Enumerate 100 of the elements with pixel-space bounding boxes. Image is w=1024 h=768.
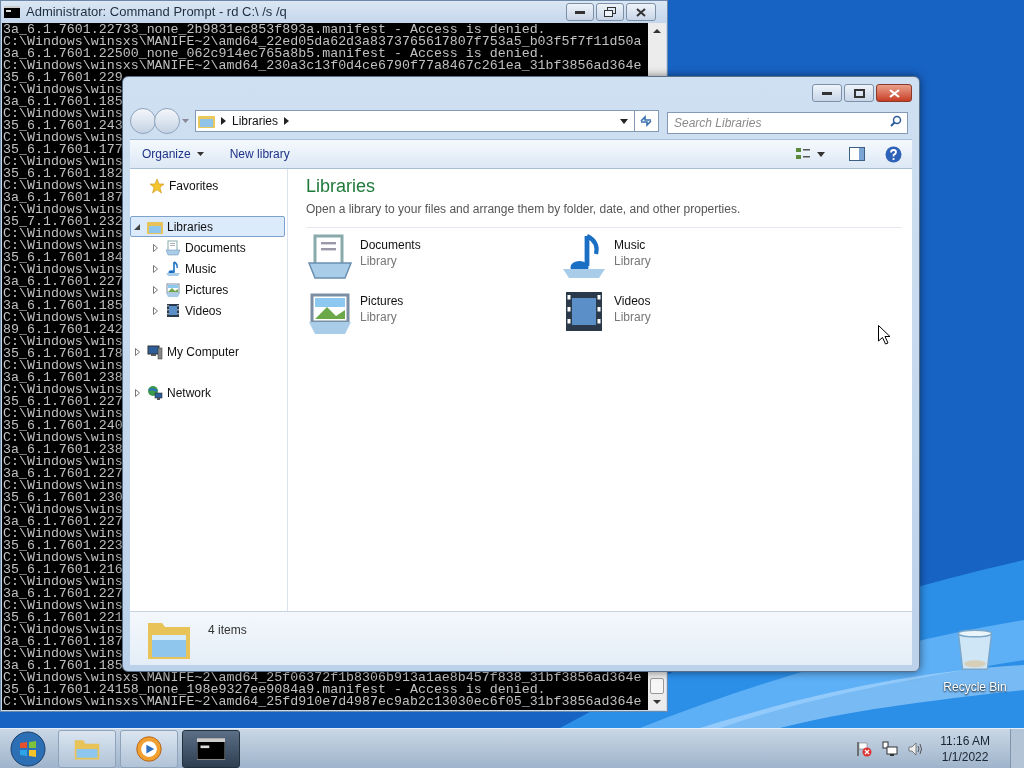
- start-button[interactable]: [8, 728, 48, 768]
- library-icon: [198, 114, 215, 128]
- console-line: 3a_6.1.7601.187: [2, 636, 123, 648]
- console-line: C:\Windows\wins: [2, 264, 123, 276]
- show-desktop-button[interactable]: [1010, 728, 1024, 768]
- pictures-icon: [165, 281, 181, 298]
- console-line: C:\Windows\wins: [2, 648, 123, 660]
- address-bar[interactable]: Libraries: [195, 110, 659, 132]
- console-line: 3a_6.1.7601.185: [2, 96, 123, 108]
- page-heading: Libraries: [306, 175, 377, 197]
- toolbar-button[interactable]: Organize: [136, 143, 210, 165]
- close-button[interactable]: [626, 3, 656, 21]
- console-line: 3a_6.1.7601.227: [2, 276, 123, 288]
- search-icon: [890, 115, 902, 127]
- breadcrumb[interactable]: Libraries: [232, 112, 279, 130]
- console-line: C:\Windows\wins: [2, 624, 123, 636]
- nav-label: Documents: [185, 239, 246, 257]
- close-icon: [636, 7, 646, 17]
- console-icon: [4, 6, 20, 18]
- console-line: 3a_6.1.7601.185: [2, 660, 123, 672]
- restore-button[interactable]: [596, 3, 624, 21]
- clock-date: 1/1/2022: [941, 748, 989, 765]
- console-line: 35_6.1.7601.178: [2, 348, 123, 360]
- documents-icon: [165, 239, 181, 256]
- window-title: Administrator: Command Prompt - rd C:\ /s /q: [26, 3, 288, 22]
- console-line: C:\Windows\wins: [2, 156, 123, 168]
- console-line: 35_6.1.7601.223: [2, 540, 123, 552]
- collapsed-arrow-icon: [152, 264, 158, 273]
- music-note-icon: [165, 260, 181, 277]
- nav-item[interactable]: Pictures: [130, 279, 285, 300]
- media-player-icon: [135, 734, 163, 763]
- console-line: 35_7.1.7601.232: [2, 216, 123, 228]
- console-line: C:\Windows\wins: [2, 84, 123, 96]
- nav-item[interactable]: Documents: [130, 237, 285, 258]
- console-line: C:\Windows\winsxs\MANIFE~2\amd64_230a3c13f0d4ce6790f77a8467c261ea_31bf3856ad364e: [2, 60, 642, 72]
- console-line: 3a_6.1.7601.238: [2, 372, 123, 384]
- console-line: 35_6.1.7601.227: [2, 396, 123, 408]
- console-line: 35_6.1.7601.182: [2, 168, 123, 180]
- console-line: C:\Windows\wins: [2, 528, 123, 540]
- console-line: C:\Windows\winsxs\MANIFE~2\amd64_25f06372f1b8306b913a1ae8b457f838_31bf3856ad364e: [2, 672, 642, 684]
- console-line: C:\Windows\wins: [2, 312, 123, 324]
- library-type: Library: [614, 309, 651, 325]
- console-line: C:\Windows\wins: [2, 228, 123, 240]
- console-line: C:\Windows\wins: [2, 600, 123, 612]
- library-name[interactable]: Documents: [360, 237, 421, 253]
- console-line: 3a_6.1.7601.238: [2, 444, 123, 456]
- nav-item[interactable]: Libraries: [130, 216, 285, 237]
- nav-label: Pictures: [185, 281, 229, 299]
- console-line: 35_6.1.7601.240: [2, 420, 123, 432]
- console-line: C:\Windows\wins: [2, 456, 123, 468]
- close-button[interactable]: [876, 84, 912, 102]
- nav-label: Videos: [185, 302, 222, 320]
- computer-icon: [147, 343, 163, 360]
- chevron-icon: [284, 117, 290, 125]
- console-line: C:\Windows\wins: [2, 384, 123, 396]
- nav-item[interactable]: My Computer: [130, 341, 285, 362]
- console-line: 3a_6.1.7601.22733_none_2b9831ec853f893a.manifest - Access is denied.: [2, 24, 546, 36]
- library-name[interactable]: Pictures: [360, 293, 404, 309]
- collapsed-arrow-icon: [152, 243, 158, 252]
- search-field[interactable]: Search Libraries: [667, 112, 908, 134]
- library-type: Library: [360, 253, 398, 269]
- minimize-button[interactable]: [566, 3, 594, 21]
- scroll-thumb[interactable]: [650, 678, 664, 694]
- console-line: 35_6.1.7601.229: [2, 72, 123, 84]
- chevron-icon: [221, 117, 226, 125]
- console-line: 35_6.1.7601.24158_none_198e9327ee9084a9.manifest - Access is denied.: [2, 684, 546, 696]
- caret-icon: [620, 118, 628, 124]
- minimize-button[interactable]: [812, 84, 842, 102]
- console-line: 3a_6.1.7601.187: [2, 192, 123, 204]
- console-line: C:\Windows\winsxs\MANIFE~2\amd64_22ed05da62d3a8373765617807f753a5_b03f5f7f11d50a: [2, 36, 642, 48]
- console-line: 35_6.1.7601.216: [2, 564, 123, 576]
- nav-item[interactable]: Network: [130, 382, 285, 403]
- library-name[interactable]: Music: [614, 237, 651, 253]
- caret-icon: [196, 152, 204, 156]
- collapsed-arrow-icon: [134, 347, 140, 356]
- console-line: C:\Windows\wins: [2, 108, 123, 120]
- globe-network-icon: [147, 384, 163, 401]
- documents-icon: [306, 233, 354, 281]
- nav-item[interactable]: Videos: [130, 300, 285, 321]
- maximize-icon: [853, 88, 865, 98]
- toolbar-button[interactable]: New library: [223, 143, 296, 165]
- console-line: C:\Windows\wins: [2, 240, 123, 252]
- nav-item[interactable]: Music: [130, 258, 285, 279]
- console-line: C:\Windows\wins: [2, 504, 123, 516]
- console-line: C:\Windows\wins: [2, 576, 123, 588]
- library-name[interactable]: Videos: [614, 293, 651, 309]
- maximize-button[interactable]: [844, 84, 874, 102]
- console-line: 3a_6.1.7601.185: [2, 300, 123, 312]
- nav-label: Favorites: [169, 177, 219, 195]
- taskbar-button[interactable]: [182, 729, 240, 768]
- console-line: C:\Windows\wins: [2, 288, 123, 300]
- console-line: 35_6.1.7601.230: [2, 492, 123, 504]
- speaker-icon: [908, 740, 925, 757]
- refresh-icon: [638, 115, 653, 127]
- nav-label: Libraries: [167, 218, 214, 236]
- windows-logo-icon: [10, 730, 46, 767]
- console-line: 89_6.1.7601.242: [2, 324, 123, 336]
- nav-item[interactable]: Favorites: [132, 175, 285, 196]
- nav-label: Network: [167, 384, 211, 402]
- help-icon: [885, 145, 902, 163]
